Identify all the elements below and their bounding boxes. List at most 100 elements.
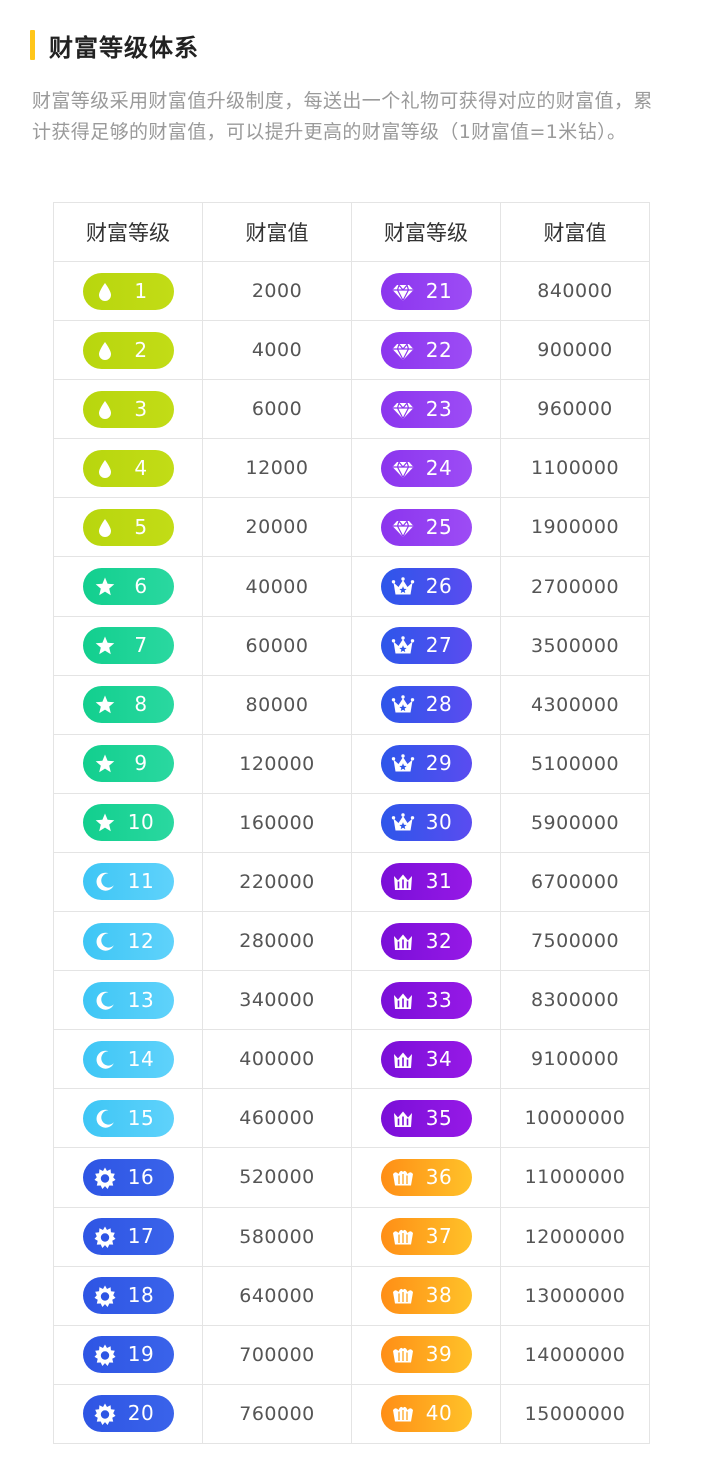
wealth-value: 5900000	[500, 792, 650, 853]
diamond-icon	[391, 339, 415, 363]
wealth-value: 12000000	[500, 1206, 650, 1267]
level-cell: 31	[351, 851, 501, 913]
wealth-value: 40000	[202, 556, 352, 617]
level-number: 18	[127, 1283, 155, 1308]
wealth-value: 6700000	[500, 851, 650, 913]
level-cell: 29	[351, 733, 501, 794]
table-row: 6 40000 26 2700000	[53, 556, 650, 617]
level-badge: 1	[82, 272, 174, 310]
table-row: 18 640000 38 13000000	[53, 1265, 650, 1326]
wealth-value: 13000000	[500, 1265, 650, 1326]
level-number: 40	[425, 1401, 453, 1426]
level-cell: 7	[53, 615, 203, 676]
sun-icon	[93, 1166, 117, 1190]
wealth-value: 2000	[202, 260, 352, 322]
wealth-value: 8300000	[500, 970, 650, 1031]
wealth-value: 640000	[202, 1265, 352, 1326]
level-badge: 7	[82, 627, 174, 665]
level-cell: 9	[53, 733, 203, 794]
level-badge: 25	[380, 508, 472, 546]
level-cell: 30	[351, 792, 501, 853]
level-badge: 20	[82, 1395, 174, 1433]
sun-icon	[93, 1225, 117, 1249]
wealth-value: 220000	[202, 851, 352, 913]
level-badge: 13	[82, 981, 174, 1019]
table-row: 16 520000 36 11000000	[53, 1147, 650, 1208]
wealth-value: 4000	[202, 320, 352, 381]
header-wealth-value-left: 财富值	[202, 202, 352, 262]
level-badge: 14	[82, 1040, 174, 1078]
level-number: 3	[134, 396, 148, 421]
wealth-value: 3500000	[500, 615, 650, 676]
table-row: 11 220000 31 6700000	[53, 851, 650, 913]
table-row: 12 280000 32 7500000	[53, 911, 650, 972]
level-cell: 39	[351, 1324, 501, 1385]
level-cell: 40	[351, 1383, 501, 1444]
table-row: 7 60000 27 3500000	[53, 615, 650, 676]
moon-icon	[93, 989, 117, 1013]
level-badge: 6	[82, 568, 174, 606]
wealth-value: 12000	[202, 438, 352, 499]
crown-icon	[391, 634, 415, 658]
level-cell: 15	[53, 1088, 203, 1149]
level-number: 23	[425, 396, 453, 421]
header-wealth-level-right: 财富等级	[351, 202, 501, 262]
level-number: 4	[134, 455, 148, 480]
level-badge: 32	[380, 922, 472, 960]
level-badge: 23	[380, 390, 472, 428]
level-badge: 15	[82, 1099, 174, 1137]
crown-icon	[391, 752, 415, 776]
wealth-value: 1900000	[500, 497, 650, 558]
sun-icon	[93, 1343, 117, 1367]
level-cell: 35	[351, 1088, 501, 1149]
wealth-value: 900000	[500, 320, 650, 381]
crown-icon	[391, 811, 415, 835]
level-number: 39	[425, 1342, 453, 1367]
table-row: 19 700000 39 14000000	[53, 1324, 650, 1385]
star-icon	[93, 634, 117, 658]
wealth-value: 400000	[202, 1029, 352, 1090]
diamond-icon	[391, 516, 415, 540]
level-number: 32	[425, 928, 453, 953]
royal-crown-icon	[391, 1402, 415, 1426]
level-number: 19	[127, 1342, 155, 1367]
sun-icon	[93, 1284, 117, 1308]
level-badge: 35	[380, 1099, 472, 1137]
table-row: 3 6000 23 960000	[53, 379, 650, 440]
level-cell: 16	[53, 1147, 203, 1208]
table-row: 8 80000 28 4300000	[53, 674, 650, 735]
table-row: 2 4000 22 900000	[53, 320, 650, 381]
level-number: 9	[134, 751, 148, 776]
level-number: 2	[134, 337, 148, 362]
level-cell: 4	[53, 438, 203, 499]
header-wealth-level-left: 财富等级	[53, 202, 203, 262]
level-number: 12	[127, 928, 155, 953]
level-badge: 29	[380, 745, 472, 783]
level-badge: 37	[380, 1218, 472, 1256]
level-number: 37	[425, 1224, 453, 1249]
level-badge: 2	[82, 331, 174, 369]
level-number: 36	[425, 1164, 453, 1189]
level-number: 13	[127, 987, 155, 1012]
droplet-icon	[93, 457, 117, 481]
royal-crown-icon	[391, 1166, 415, 1190]
level-cell: 32	[351, 911, 501, 972]
level-number: 28	[425, 692, 453, 717]
moon-icon	[93, 870, 117, 894]
wealth-value: 11000000	[500, 1147, 650, 1208]
level-badge: 9	[82, 745, 174, 783]
level-cell: 34	[351, 1029, 501, 1090]
section-header: 财富等级体系	[30, 28, 199, 62]
level-number: 16	[127, 1164, 155, 1189]
king-crown-icon	[391, 870, 415, 894]
level-cell: 14	[53, 1029, 203, 1090]
level-number: 26	[425, 574, 453, 599]
level-cell: 38	[351, 1265, 501, 1326]
level-badge: 38	[380, 1277, 472, 1315]
wealth-value: 520000	[202, 1147, 352, 1208]
table-row: 20 760000 40 15000000	[53, 1383, 650, 1444]
level-cell: 8	[53, 674, 203, 735]
droplet-icon	[93, 339, 117, 363]
level-cell: 3	[53, 379, 203, 440]
wealth-value: 580000	[202, 1206, 352, 1267]
